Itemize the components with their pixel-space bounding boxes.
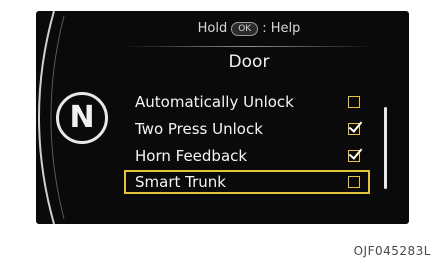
checkbox-checked-icon[interactable] bbox=[348, 123, 360, 135]
menu-title: Door bbox=[228, 52, 270, 72]
hint-prefix: Hold bbox=[197, 21, 228, 36]
checkbox-unchecked-icon[interactable] bbox=[348, 96, 360, 108]
menu-item-label: Automatically Unlock bbox=[135, 93, 294, 111]
gear-indicator: N bbox=[56, 92, 108, 144]
menu-item-smart-trunk[interactable]: Smart Trunk bbox=[124, 170, 370, 194]
menu-item-label: Two Press Unlock bbox=[135, 120, 263, 138]
menu-item-two-press-unlock[interactable]: Two Press Unlock bbox=[124, 117, 370, 141]
figure-code: OJF045283L bbox=[353, 244, 431, 258]
gear-label: N bbox=[69, 100, 95, 135]
checkbox-unchecked-icon[interactable] bbox=[348, 176, 360, 188]
cluster-display: N Hold OK : Help Door Automatically Unlo… bbox=[36, 11, 409, 224]
menu-item-automatically-unlock[interactable]: Automatically Unlock bbox=[124, 90, 370, 114]
checkbox-checked-icon[interactable] bbox=[348, 150, 360, 162]
menu-item-label: Horn Feedback bbox=[135, 147, 248, 165]
help-hint: Hold OK : Help bbox=[124, 21, 374, 36]
menu-item-label: Smart Trunk bbox=[135, 173, 226, 191]
settings-panel: Hold OK : Help Door Automatically Unlock… bbox=[124, 11, 374, 224]
scrollbar[interactable] bbox=[384, 107, 387, 189]
hint-suffix: : Help bbox=[262, 21, 301, 36]
ok-button-icon: OK bbox=[231, 21, 259, 36]
menu-item-horn-feedback[interactable]: Horn Feedback bbox=[124, 144, 370, 168]
header-divider bbox=[124, 46, 374, 47]
